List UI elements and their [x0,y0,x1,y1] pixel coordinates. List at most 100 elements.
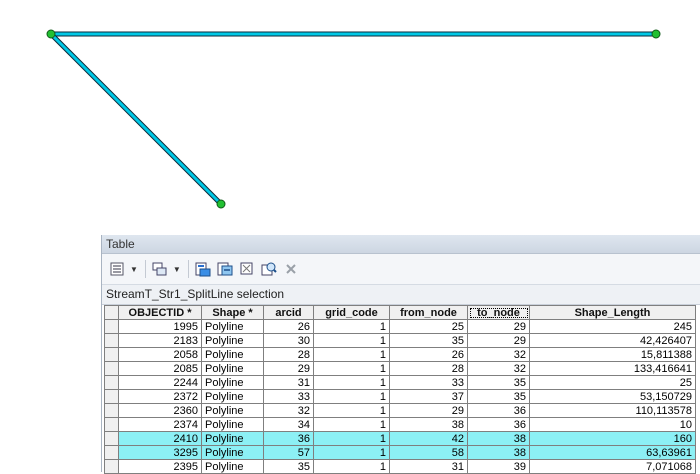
cell-shape-length[interactable]: 15,811388 [529,347,696,362]
cell-to-node[interactable]: 36 [467,403,530,418]
table-title-bar[interactable]: Table [102,235,700,254]
cell-from-node[interactable]: 31 [389,459,468,474]
cell-shape-length[interactable]: 53,150729 [529,389,696,404]
cell-shape[interactable]: Polyline [201,389,264,404]
cell-from-node[interactable]: 25 [389,319,468,334]
cell-objectid[interactable]: 2058 [118,347,202,362]
cell-arcid[interactable]: 31 [263,375,314,390]
cell-arcid[interactable]: 36 [263,431,314,446]
column-header-arcid[interactable]: arcid [263,305,314,320]
cell-grid-code[interactable]: 1 [313,445,390,460]
row-selector[interactable] [104,333,119,348]
cell-shape[interactable]: Polyline [201,375,264,390]
cell-from-node[interactable]: 26 [389,347,468,362]
row-selector[interactable] [104,319,119,334]
selected-polyline-diagonal[interactable] [48,31,224,207]
cell-arcid[interactable]: 35 [263,459,314,474]
cell-shape[interactable]: Polyline [201,361,264,376]
row-selector[interactable] [104,431,119,446]
row-selector[interactable] [104,459,119,474]
chevron-down-icon[interactable]: ▼ [173,265,181,274]
select-by-attributes-icon[interactable] [194,260,212,278]
cell-shape-length[interactable]: 110,113578 [529,403,696,418]
cell-shape-length[interactable]: 245 [529,319,696,334]
cell-objectid[interactable]: 1995 [118,319,202,334]
column-header-from-node[interactable]: from_node [389,305,468,320]
cell-grid-code[interactable]: 1 [313,375,390,390]
cell-from-node[interactable]: 28 [389,361,468,376]
table-row[interactable]: 3295 Polyline 57 1 58 38 63,63961 [104,445,696,460]
cell-to-node[interactable]: 38 [467,445,530,460]
cell-shape[interactable]: Polyline [201,403,264,418]
cell-arcid[interactable]: 33 [263,389,314,404]
clear-selection-icon[interactable] [238,260,256,278]
cell-shape[interactable]: Polyline [201,319,264,334]
cell-to-node[interactable]: 29 [467,319,530,334]
cell-arcid[interactable]: 29 [263,361,314,376]
cell-shape-length[interactable]: 10 [529,417,696,432]
cell-objectid[interactable]: 3295 [118,445,202,460]
row-selector[interactable] [104,375,119,390]
cell-grid-code[interactable]: 1 [313,459,390,474]
cell-to-node[interactable]: 29 [467,333,530,348]
cell-grid-code[interactable]: 1 [313,333,390,348]
cell-from-node[interactable]: 38 [389,417,468,432]
table-row[interactable]: 2058 Polyline 28 1 26 32 15,811388 [104,347,696,362]
cell-objectid[interactable]: 2360 [118,403,202,418]
table-options-icon[interactable] [108,260,126,278]
cell-objectid[interactable]: 2410 [118,431,202,446]
cell-to-node[interactable]: 32 [467,347,530,362]
cell-grid-code[interactable]: 1 [313,417,390,432]
cell-from-node[interactable]: 58 [389,445,468,460]
cell-shape[interactable]: Polyline [201,347,264,362]
cell-from-node[interactable]: 33 [389,375,468,390]
table-row[interactable]: 2183 Polyline 30 1 35 29 42,426407 [104,333,696,348]
table-row[interactable]: 2395 Polyline 35 1 31 39 7,071068 [104,459,696,474]
delete-selected-icon[interactable] [282,260,300,278]
cell-shape-length[interactable]: 25 [529,375,696,390]
table-row[interactable]: 2360 Polyline 32 1 29 36 110,113578 [104,403,696,418]
table-row[interactable]: 1995 Polyline 26 1 25 29 245 [104,319,696,334]
column-header-to-node[interactable]: to_node [467,305,530,320]
cell-to-node[interactable]: 36 [467,417,530,432]
cell-from-node[interactable]: 29 [389,403,468,418]
cell-arcid[interactable]: 30 [263,333,314,348]
cell-shape-length[interactable]: 42,426407 [529,333,696,348]
cell-shape-length[interactable]: 7,071068 [529,459,696,474]
cell-to-node[interactable]: 35 [467,389,530,404]
cell-from-node[interactable]: 42 [389,431,468,446]
cell-grid-code[interactable]: 1 [313,361,390,376]
cell-objectid[interactable]: 2244 [118,375,202,390]
row-selector[interactable] [104,417,119,432]
row-selector[interactable] [104,403,119,418]
column-header-shape[interactable]: Shape * [201,305,264,320]
cell-grid-code[interactable]: 1 [313,347,390,362]
cell-shape[interactable]: Polyline [201,445,264,460]
column-header-objectid[interactable]: OBJECTID * [118,305,202,320]
cell-arcid[interactable]: 32 [263,403,314,418]
row-selector-header[interactable] [104,305,119,320]
related-tables-icon[interactable] [151,260,169,278]
map-canvas[interactable] [0,0,700,235]
row-selector[interactable] [104,445,119,460]
cell-to-node[interactable]: 38 [467,431,530,446]
cell-objectid[interactable]: 2183 [118,333,202,348]
column-header-shape-length[interactable]: Shape_Length [529,305,696,320]
cell-from-node[interactable]: 37 [389,389,468,404]
cell-objectid[interactable]: 2372 [118,389,202,404]
row-selector[interactable] [104,361,119,376]
cell-to-node[interactable]: 35 [467,375,530,390]
row-selector[interactable] [104,347,119,362]
switch-selection-icon[interactable] [216,260,234,278]
cell-shape[interactable]: Polyline [201,459,264,474]
cell-grid-code[interactable]: 1 [313,403,390,418]
cell-from-node[interactable]: 35 [389,333,468,348]
cell-shape-length[interactable]: 63,63961 [529,445,696,460]
cell-shape-length[interactable]: 160 [529,431,696,446]
cell-objectid[interactable]: 2374 [118,417,202,432]
cell-shape[interactable]: Polyline [201,431,264,446]
cell-shape[interactable]: Polyline [201,333,264,348]
cell-shape-length[interactable]: 133,416641 [529,361,696,376]
cell-grid-code[interactable]: 1 [313,389,390,404]
table-row[interactable]: 2244 Polyline 31 1 33 35 25 [104,375,696,390]
